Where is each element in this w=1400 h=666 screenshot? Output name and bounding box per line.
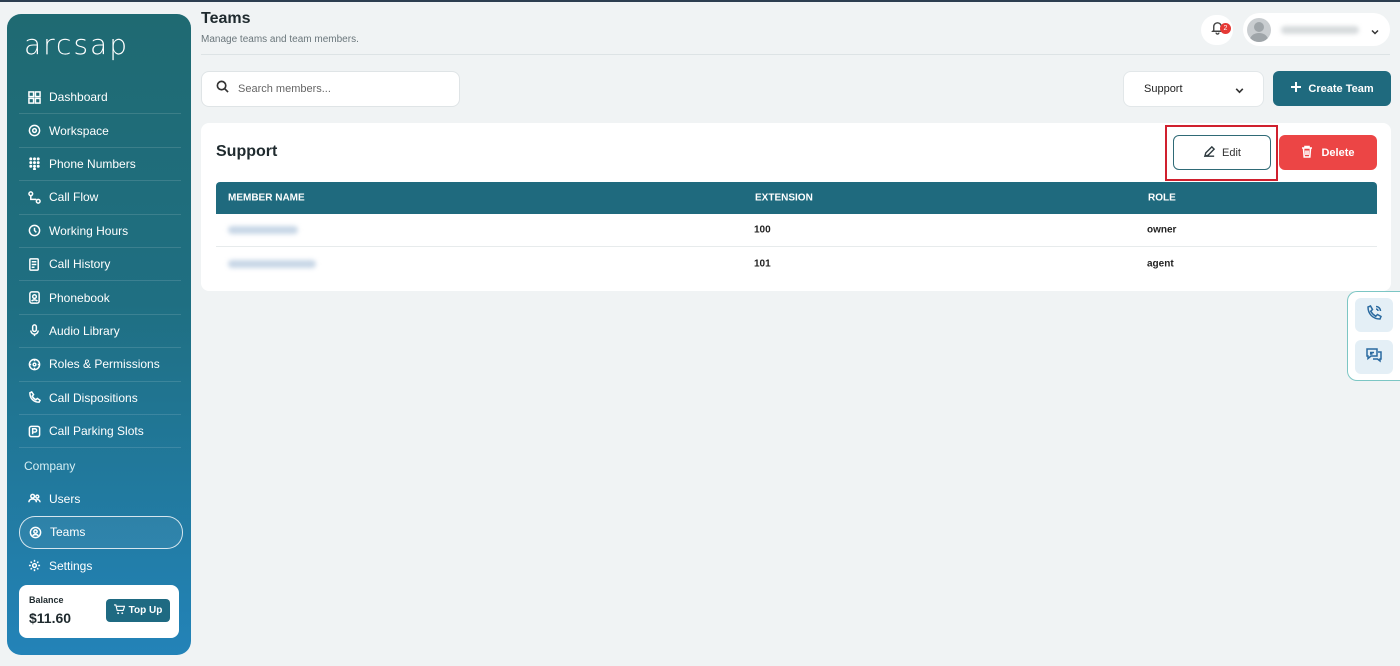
sidebar-company-nav: Users Teams Settings — [19, 482, 183, 583]
clock-icon — [28, 224, 41, 237]
avatar — [1247, 17, 1271, 42]
sidebar-item-working-hours[interactable]: Working Hours — [19, 215, 181, 248]
sidebar-item-label: Settings — [49, 558, 93, 573]
sidebar-item-phonebook[interactable]: Phonebook — [19, 281, 181, 315]
team-card: Support Edit Delete MEMBER NAME EXTENSIO… — [201, 123, 1391, 291]
dialer-button[interactable] — [1355, 298, 1393, 332]
phone-icon — [28, 391, 41, 404]
parking-icon — [28, 425, 41, 438]
search-icon — [216, 80, 238, 98]
team-select-value: Support — [1144, 83, 1183, 95]
phonebook-icon — [28, 291, 41, 304]
cart-icon — [113, 603, 125, 618]
sidebar-item-call-dispositions[interactable]: Call Dispositions — [19, 382, 181, 415]
notifications-button[interactable]: 2 — [1201, 15, 1233, 45]
sidebar-item-teams[interactable]: Teams — [19, 515, 183, 549]
sidebar-item-roles-permissions[interactable]: Roles & Permissions — [19, 348, 181, 382]
chevron-down-icon — [1370, 24, 1380, 35]
table-row[interactable]: 101 agent — [216, 247, 1377, 280]
chevron-down-icon — [1234, 85, 1245, 96]
user-name-redacted — [1281, 25, 1359, 34]
sidebar-item-label: Teams — [50, 525, 86, 540]
sidebar-item-label: Roles & Permissions — [49, 357, 160, 372]
sidebar-item-label: Call Parking Slots — [49, 424, 144, 439]
team-title: Support — [216, 143, 278, 160]
sidebar-item-label: Phone Numbers — [49, 156, 136, 171]
sidebar: arcsap Dashboard Workspace Phone Numbers… — [7, 14, 191, 655]
sidebar-item-call-flow[interactable]: Call Flow — [19, 181, 181, 215]
history-icon — [28, 257, 41, 271]
trash-icon — [1301, 145, 1313, 161]
delete-label: Delete — [1321, 146, 1355, 159]
dialpad-icon — [28, 157, 41, 171]
gear-icon — [28, 559, 41, 572]
page-subtitle: Manage teams and team members. — [201, 34, 359, 45]
sidebar-item-call-history[interactable]: Call History — [19, 248, 181, 282]
floating-action-widget — [1347, 291, 1400, 381]
sidebar-item-label: Call Dispositions — [49, 390, 138, 405]
members-table: MEMBER NAME EXTENSION ROLE 100 owner 101… — [216, 182, 1377, 280]
table-header: MEMBER NAME EXTENSION ROLE — [216, 182, 1377, 214]
grid-icon — [28, 90, 41, 104]
sidebar-item-label: Working Hours — [49, 223, 129, 238]
sidebar-item-label: Call History — [49, 257, 111, 272]
team-select[interactable]: Support — [1123, 71, 1264, 107]
phone-call-icon — [1365, 304, 1383, 327]
top-up-label: Top Up — [128, 605, 163, 616]
sidebar-item-label: Users — [49, 491, 81, 506]
users-icon — [28, 492, 41, 505]
top-up-button[interactable]: Top Up — [106, 599, 170, 622]
plus-icon — [1290, 81, 1302, 96]
microphone-icon — [28, 324, 41, 337]
member-extension: 101 — [754, 258, 771, 269]
workspace-icon — [28, 124, 41, 137]
section-label-company: Company — [24, 459, 76, 473]
flow-icon — [28, 191, 41, 204]
sidebar-item-label: Audio Library — [49, 323, 120, 338]
sidebar-item-workspace[interactable]: Workspace — [19, 114, 181, 148]
sidebar-item-call-parking-slots[interactable]: Call Parking Slots — [19, 415, 181, 449]
edit-button[interactable]: Edit — [1173, 135, 1271, 170]
sidebar-item-label: Dashboard — [49, 90, 108, 105]
edit-label: Edit — [1222, 146, 1241, 159]
notification-badge: 2 — [1220, 23, 1231, 34]
teams-icon — [29, 526, 42, 539]
column-header-member-name[interactable]: MEMBER NAME — [228, 193, 305, 204]
search-input[interactable] — [238, 83, 438, 95]
pencil-icon — [1203, 145, 1216, 161]
balance-label: Balance — [29, 595, 64, 605]
app-logo[interactable]: arcsap — [24, 28, 129, 64]
sidebar-item-label: Call Flow — [49, 190, 99, 205]
create-team-label: Create Team — [1308, 82, 1374, 95]
column-header-role[interactable]: ROLE — [1148, 193, 1176, 204]
member-role: agent — [1147, 258, 1174, 269]
member-extension: 100 — [754, 224, 771, 236]
create-team-button[interactable]: Create Team — [1273, 71, 1391, 106]
sidebar-item-settings[interactable]: Settings — [19, 549, 183, 583]
chat-button[interactable] — [1355, 340, 1393, 374]
chat-icon — [1365, 346, 1383, 369]
column-header-extension[interactable]: EXTENSION — [755, 193, 813, 204]
sidebar-item-label: Phonebook — [49, 290, 110, 305]
page-title: Teams — [201, 10, 251, 27]
sidebar-nav: Dashboard Workspace Phone Numbers Call F… — [19, 81, 181, 449]
balance-card: Balance $11.60 Top Up — [19, 585, 179, 638]
sidebar-item-audio-library[interactable]: Audio Library — [19, 315, 181, 349]
header-divider — [201, 54, 1390, 55]
sidebar-item-dashboard[interactable]: Dashboard — [19, 81, 181, 115]
delete-button[interactable]: Delete — [1279, 135, 1377, 170]
user-menu[interactable] — [1243, 13, 1390, 46]
sidebar-item-label: Workspace — [49, 123, 109, 138]
sidebar-item-phone-numbers[interactable]: Phone Numbers — [19, 148, 181, 182]
shield-icon — [28, 358, 41, 371]
table-row[interactable]: 100 owner — [216, 214, 1377, 247]
member-role: owner — [1147, 224, 1177, 236]
sidebar-item-users[interactable]: Users — [19, 482, 183, 516]
balance-value: $11.60 — [29, 610, 72, 626]
search-box — [201, 71, 460, 107]
